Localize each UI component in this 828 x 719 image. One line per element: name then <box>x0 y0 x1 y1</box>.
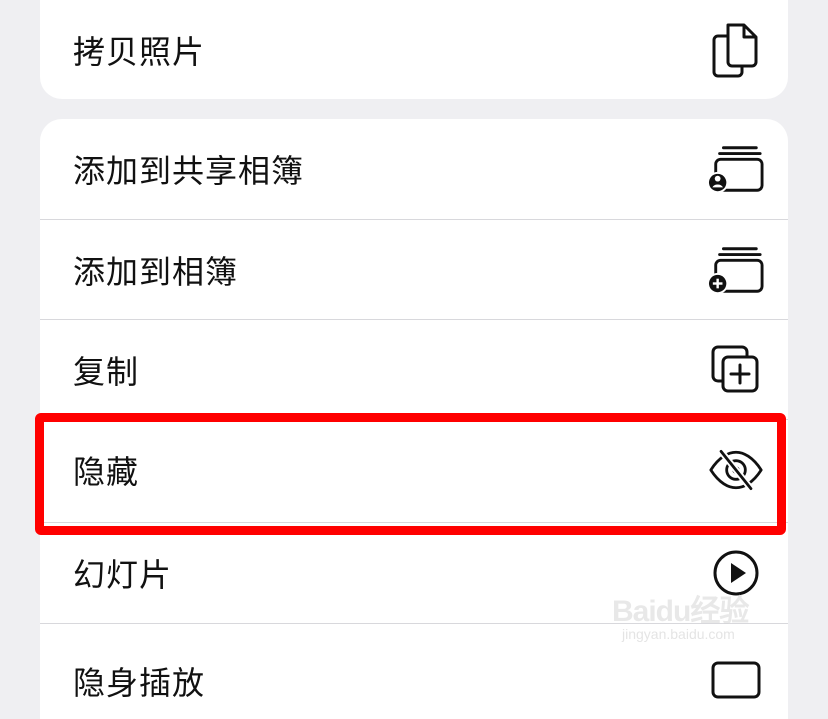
menu-item-label: 拷贝照片 <box>73 33 206 71</box>
eye-slash-icon <box>708 442 764 498</box>
watermark-url: jingyan.baidu.com <box>622 626 735 642</box>
menu-item-label: 复制 <box>73 352 140 391</box>
watermark-logo: Baidu经验 <box>612 595 749 628</box>
menu-item-label: 添加到相簿 <box>73 252 239 291</box>
add-to-album-icon <box>708 242 764 298</box>
duplicate-icon <box>708 342 764 398</box>
menu-item-label: 添加到共享相簿 <box>73 152 305 190</box>
menu-item-duplicate[interactable]: 复制 <box>40 319 788 419</box>
shared-album-icon <box>708 141 764 197</box>
partial-icon <box>708 652 764 708</box>
menu-group-top: 拷贝照片 <box>40 0 788 99</box>
menu-item-copy-photo[interactable]: 拷贝照片 <box>40 0 788 99</box>
menu-item-add-to-shared-album[interactable]: 添加到共享相簿 <box>40 119 788 219</box>
menu-item-label: 隐身插放 <box>73 664 206 702</box>
menu-item-label: 幻灯片 <box>73 555 173 594</box>
copy-photo-icon <box>708 22 764 78</box>
menu-item-hide[interactable]: 隐藏 <box>40 419 788 519</box>
menu-item-add-to-album[interactable]: 添加到相簿 <box>40 219 788 319</box>
watermark: Baidu经验 jingyan.baidu.com <box>612 586 782 646</box>
menu-item-label: 隐藏 <box>73 452 140 491</box>
